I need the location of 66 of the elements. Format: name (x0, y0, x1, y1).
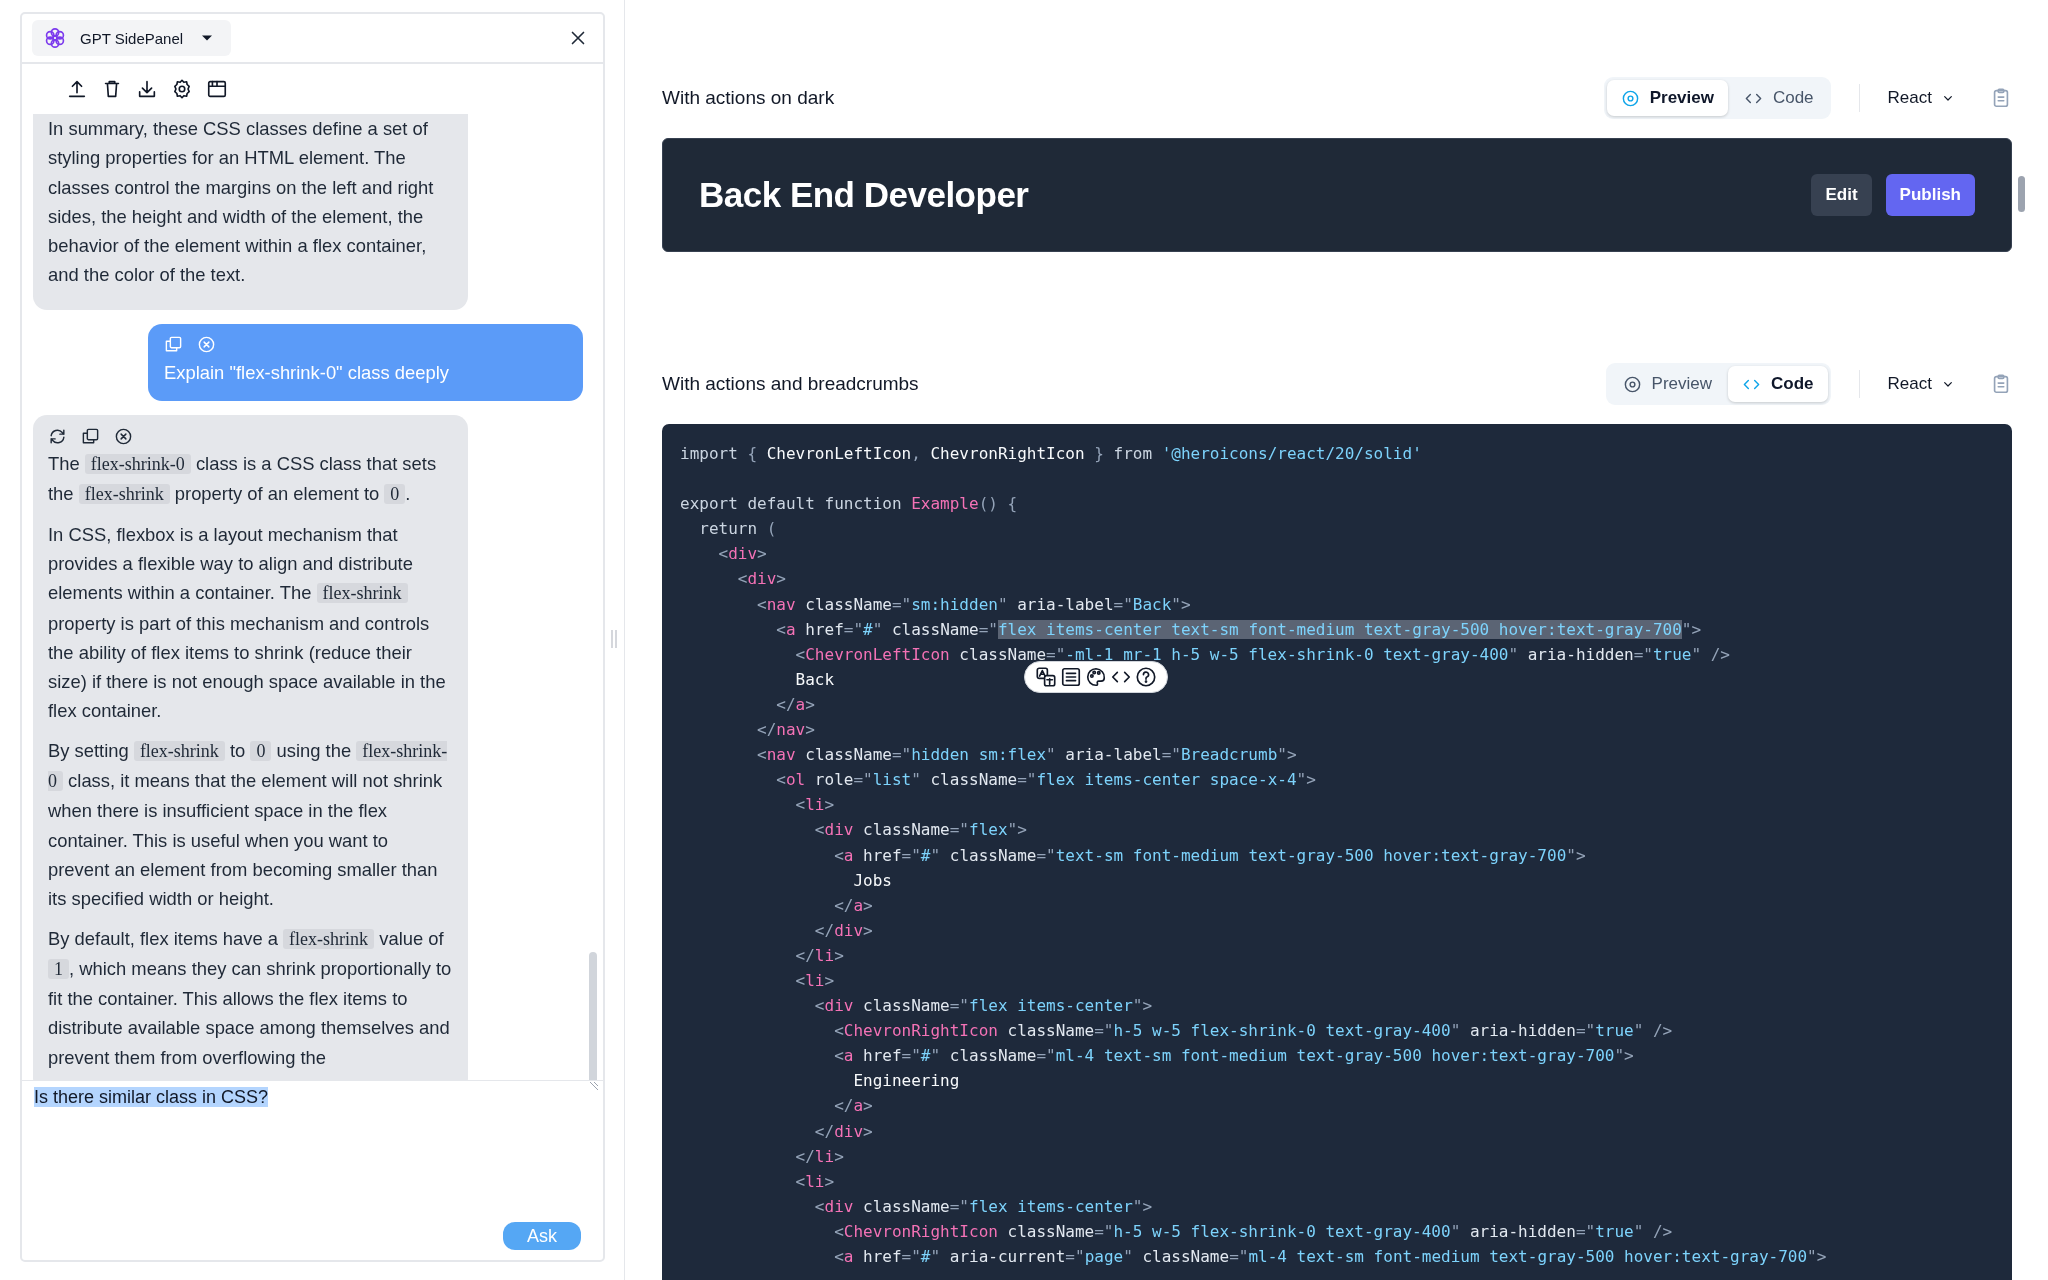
scrollbar[interactable] (589, 952, 597, 1080)
framework-dropdown[interactable]: React (1887, 374, 1956, 394)
code-line: import { ChevronLeftIcon, ChevronRightIcon } from '@heroicons/react/20/solid' (680, 443, 1422, 465)
code-line: </div> (813, 1120, 873, 1143)
code-line: </a> (833, 1095, 873, 1118)
message-text: By default, flex items have a flex-shrink value of 1 , which means they can shrink proportionally to fit the container. This allows the flex items to distribute available space among themselves and prevent them from overflowing the (48, 926, 453, 1070)
view-tab[interactable]: Code (1729, 80, 1828, 116)
code-line: export default function Example() { (680, 493, 1018, 516)
message-text: In CSS, flexbox is a layout mechanism that provides a flexible way to align and distribute elements within a container. The flex-shrink property is part of this mechanism and controls the ability of flex items to shrink (reduce their size) if there is not enough space available in the flex container. (48, 522, 447, 724)
section-title: With actions and breadcrumbs (662, 373, 920, 395)
scrollbar[interactable] (2018, 176, 2025, 212)
code-line: <li> (794, 1170, 835, 1193)
palette-icon[interactable] (1085, 666, 1107, 688)
code-line: <li> (794, 969, 835, 992)
upload-icon[interactable] (66, 78, 88, 100)
code-line: <a href="#" className="flex items-center text-sm font-medium text-gray-500 hover:text-gray-700"> (775, 618, 1702, 641)
model-selector[interactable]: GPT SidePanel (32, 20, 232, 56)
code-line: Jobs (852, 869, 892, 892)
window-icon[interactable] (206, 78, 228, 100)
code-line: <div> (736, 568, 786, 591)
view-tab[interactable]: Preview (1608, 366, 1727, 402)
code-line: </div> (813, 919, 873, 942)
code-line: <ChevronRightIcon className="h-5 w-5 flex-shrink-0 text-gray-400" aria-hidden="true" /> (833, 1220, 1673, 1243)
code-line: </nav> (756, 719, 815, 742)
code-line: <div className="flex"> (813, 819, 1027, 842)
settings-icon[interactable] (171, 78, 193, 100)
code-line: <a href="#" className="ml-4 text-sm font-medium text-gray-500 hover:text-gray-700"> (833, 1045, 1634, 1068)
text-lines-icon[interactable] (1060, 666, 1082, 688)
code-line: <a href="#" className="text-sm font-medium text-gray-500 hover:text-gray-700"> (833, 844, 1586, 867)
code-line: <li> (794, 794, 835, 817)
code-line: Engineering (852, 1070, 960, 1093)
code-line: <div className="flex items-center"> (813, 1195, 1153, 1218)
code-line: <div> (717, 543, 767, 566)
code-line: <div className="flex items-center"> (813, 995, 1153, 1018)
code-line: </li> (794, 1145, 844, 1168)
code-line: </li> (794, 944, 844, 967)
code-line: <ChevronLeftIcon className="-ml-1 mr-1 h-5 w-5 flex-shrink-0 text-gray-400" aria-hidden="true" /> (794, 643, 1730, 666)
message-text: By setting flex-shrink to 0 using the flex-shrink-0 class, it means that the element will not shrink when there is insufficient space in the flex container. This is useful when you want to prevent an element from becoming smaller than its specified width or height. (48, 738, 449, 912)
delete-icon[interactable] (114, 426, 133, 446)
edit-button[interactable]: Edit (1811, 174, 1872, 216)
framework-dropdown[interactable]: React (1887, 88, 1956, 108)
help-icon[interactable] (1135, 666, 1157, 688)
code-line: </a> (833, 894, 873, 917)
code-line: <a href="#" aria-current="page" className="ml-4 text-sm font-medium text-gray-500 hover:text-gray-700"> (833, 1246, 1827, 1268)
message-text: The flex-shrink-0 class is a CSS class that sets the flex-shrink property of an element to 0 . (48, 452, 438, 507)
message-text: Explain "flex-shrink-0" class deeply (164, 360, 450, 385)
copy-icon[interactable] (81, 426, 100, 446)
message-text: In summary, these CSS classes define a set of styling properties for an HTML element. The classes control the margins on the left and right sides, the height and width of the element, the behavior of the element within a flex container, and the color of the text. (48, 117, 435, 288)
flower-logo-icon (44, 27, 66, 49)
code-line: <nav className="hidden sm:flex" aria-label="Breadcrumb"> (756, 744, 1297, 767)
publish-button[interactable]: Publish (1885, 174, 1975, 216)
page-heading: Back End Developer (699, 175, 1030, 215)
code-line: Back (794, 668, 835, 691)
code-line: return ( (698, 518, 777, 541)
resize-handle[interactable] (609, 628, 619, 650)
code-line: </a> (775, 693, 815, 716)
section-title: With actions on dark (662, 87, 836, 109)
view-tab[interactable]: Preview (1606, 80, 1728, 116)
code-line: <nav className="sm:hidden" aria-label="Back"> (756, 593, 1191, 616)
message-field[interactable]: Is there similar class in CSS? (34, 1085, 589, 1222)
view-tab[interactable]: Code (1728, 366, 1828, 402)
translate-icon[interactable] (1035, 666, 1057, 688)
resize-grip-icon[interactable] (589, 1081, 599, 1091)
code-line: <ChevronRightIcon className="h-5 w-5 flex-shrink-0 text-gray-400" aria-hidden="true" /> (833, 1020, 1673, 1043)
code-line: <ol role="list" className="flex items-center space-x-4"> (775, 769, 1316, 792)
download-icon[interactable] (136, 78, 158, 100)
